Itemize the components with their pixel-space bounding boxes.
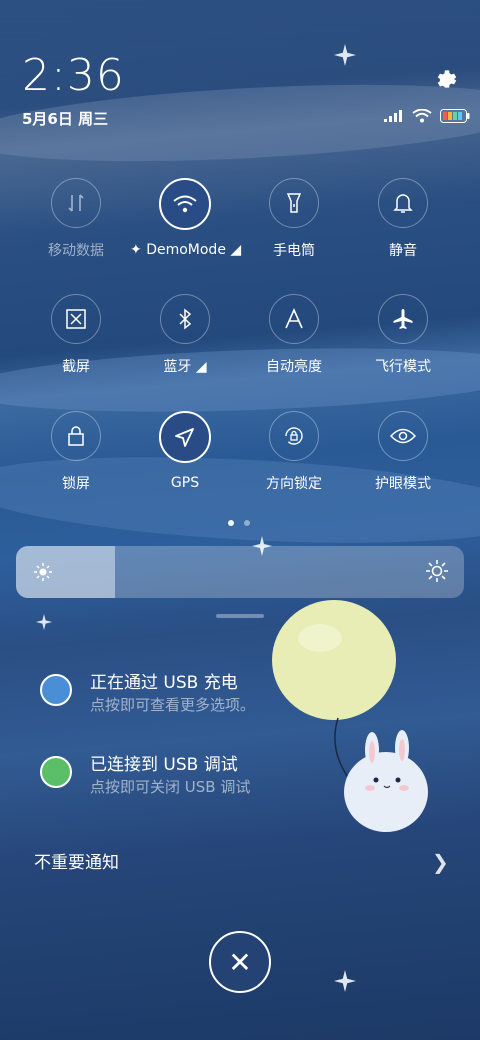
tile-silent[interactable]: 静音 — [348, 178, 458, 260]
tile-label: 方向锁定 — [266, 476, 322, 492]
tile-label: 截屏 — [62, 359, 90, 375]
date-label: 5月6日 周三 — [22, 110, 109, 128]
close-icon: ✕ — [228, 945, 252, 979]
auto-brightness-icon — [269, 294, 319, 344]
tile-wifi[interactable]: ✦ DemoMode ◢ — [130, 178, 242, 258]
page-dot — [228, 520, 234, 526]
tile-label: 移动数据 — [48, 243, 104, 259]
clock-time: 2:36 — [22, 50, 125, 101]
tile-bluetooth[interactable]: 蓝牙 ◢ — [130, 294, 240, 376]
gear-icon[interactable] — [434, 66, 460, 92]
tile-screenshot[interactable]: 截屏 — [21, 294, 131, 376]
tile-auto-brightness[interactable]: 自动亮度 — [239, 294, 349, 376]
tile-label: 飞行模式 — [375, 359, 431, 375]
battery-icon — [440, 109, 470, 123]
tile-lock-screen[interactable]: 锁屏 — [21, 411, 131, 493]
sparkle-icon — [334, 970, 356, 992]
tile-label: GPS — [170, 475, 200, 491]
tile-airplane[interactable]: 飞行模式 — [348, 294, 458, 376]
chevron-right-icon[interactable]: ❯ — [432, 850, 449, 874]
balloon-bunny-illustration — [272, 600, 428, 832]
notification-title: 已连接到 USB 调试 — [90, 755, 238, 775]
status-icons — [384, 109, 470, 123]
flashlight-icon — [269, 178, 319, 228]
screenshot-icon — [51, 294, 101, 344]
tile-mobile-data[interactable]: 移动数据 — [21, 178, 131, 260]
tile-gps[interactable]: GPS — [130, 411, 240, 491]
rotation-lock-icon — [269, 411, 319, 461]
bluetooth-icon — [160, 294, 210, 344]
mobile-data-icon — [51, 178, 101, 228]
sparkle-icon — [334, 44, 356, 66]
page-dot — [244, 520, 250, 526]
location-arrow-icon — [159, 411, 211, 463]
notification-title: 正在通过 USB 充电 — [90, 673, 238, 693]
bell-icon — [378, 178, 428, 228]
tile-label: 护眼模式 — [375, 476, 431, 492]
sun-small-icon — [34, 563, 52, 581]
tile-label: 手电筒 — [273, 243, 315, 259]
wifi-icon — [159, 178, 211, 230]
eye-icon — [378, 411, 428, 461]
tile-label: ✦ DemoMode ◢ — [130, 242, 242, 258]
android-debug-icon — [40, 756, 72, 788]
close-button[interactable]: ✕ — [209, 931, 271, 993]
tile-label: 自动亮度 — [266, 359, 322, 375]
sun-large-icon — [426, 560, 448, 582]
tile-label: 锁屏 — [62, 476, 90, 492]
lock-icon — [51, 411, 101, 461]
tile-label: 蓝牙 ◢ — [163, 359, 207, 375]
brightness-fill — [16, 546, 115, 598]
brightness-slider[interactable] — [16, 546, 464, 598]
tile-flashlight[interactable]: 手电筒 — [239, 178, 349, 260]
notification-subtitle: 点按即可查看更多选项。 — [90, 696, 256, 714]
tile-label-text: DemoMode — [146, 242, 226, 258]
unimportant-notifications-link[interactable]: 不重要通知 — [34, 848, 119, 873]
tile-label: 静音 — [389, 243, 417, 259]
notification-subtitle: 点按即可关闭 USB 调试 — [90, 778, 251, 796]
tile-rotation-lock[interactable]: 方向锁定 — [239, 411, 349, 493]
sparkle-icon — [36, 614, 52, 630]
wifi-icon — [412, 109, 432, 123]
tile-eye-care[interactable]: 护眼模式 — [348, 411, 458, 493]
airplane-icon — [378, 294, 428, 344]
page-indicator — [228, 520, 250, 526]
drag-handle[interactable] — [216, 614, 264, 618]
signal-bars-icon — [384, 110, 402, 122]
usb-icon — [40, 674, 72, 706]
tile-label-text: 蓝牙 — [163, 359, 192, 375]
